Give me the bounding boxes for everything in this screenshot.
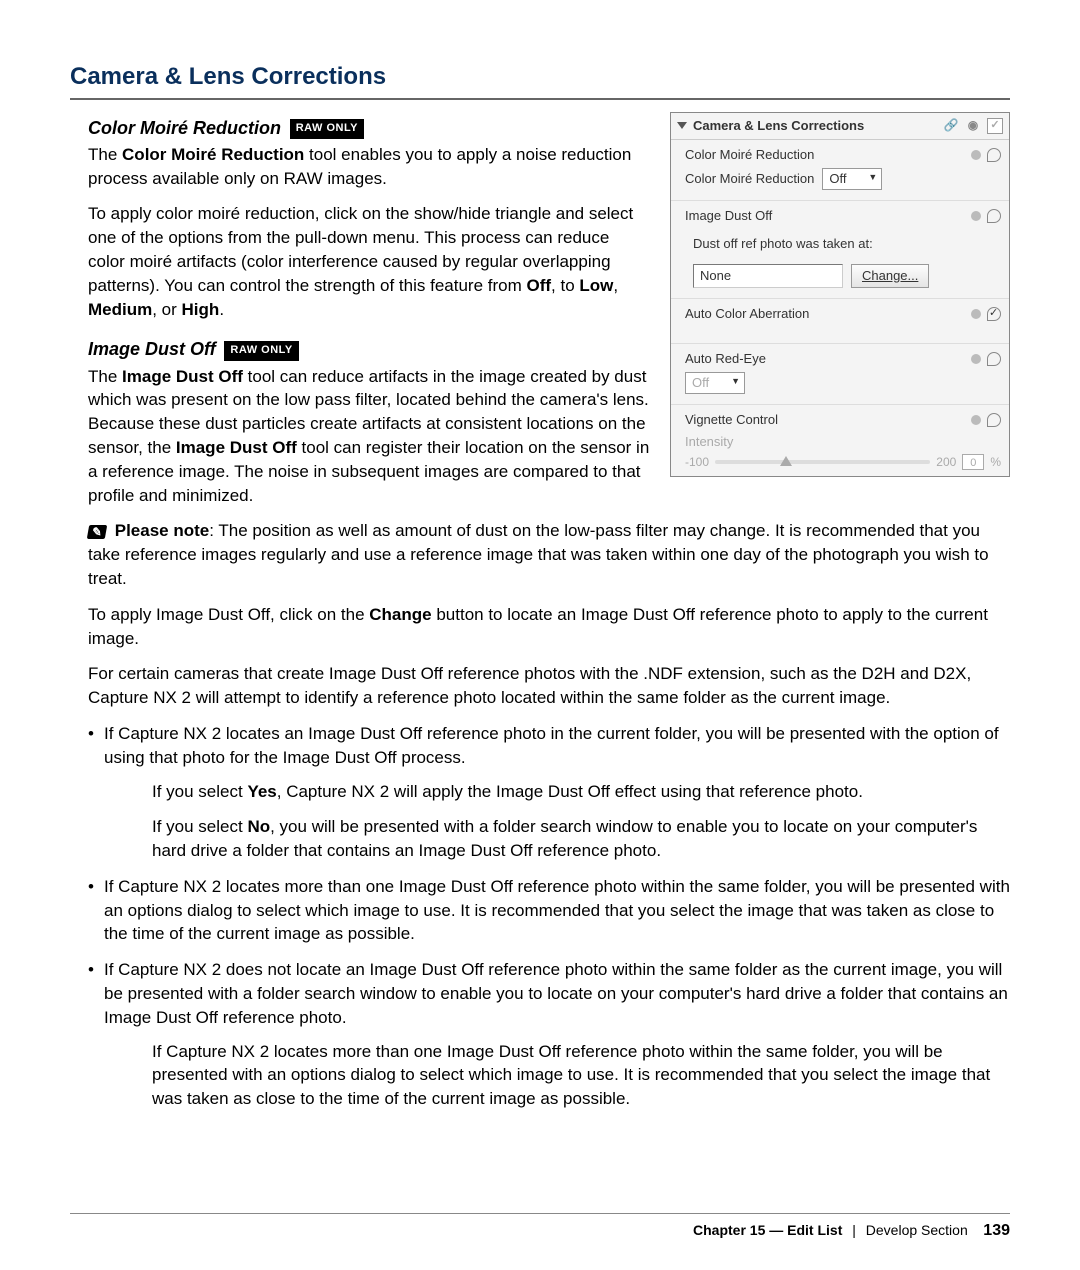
toggle-icon[interactable] xyxy=(987,307,1001,321)
change-button[interactable]: Change... xyxy=(851,264,929,288)
bullet-3: If Capture NX 2 does not locate an Image… xyxy=(88,958,1010,1111)
bullet-1: If Capture NX 2 locates an Image Dust Of… xyxy=(88,722,1010,863)
bullet-1-no: If you select No, you will be presented … xyxy=(104,815,1010,863)
apply-instruction: To apply Image Dust Off, click on the Ch… xyxy=(70,603,1010,651)
toggle-icon[interactable] xyxy=(987,148,1001,162)
page-number: 139 xyxy=(983,1222,1010,1239)
toggle-icon[interactable] xyxy=(987,209,1001,223)
row-label: Color Moiré Reduction xyxy=(685,170,814,188)
status-dot-icon xyxy=(971,309,981,319)
apply-checkbox[interactable]: ✓ xyxy=(987,118,1003,134)
color-moire-heading: Color Moiré Reduction xyxy=(88,116,281,141)
toggle-icon[interactable] xyxy=(987,352,1001,366)
bullet-2: If Capture NX 2 locates more than one Im… xyxy=(88,875,1010,946)
color-moire-title: Color Moiré Reduction xyxy=(88,118,281,138)
page-title: Camera & Lens Corrections xyxy=(70,60,1010,100)
redeye-select[interactable]: Off xyxy=(685,372,745,394)
image-dust-title: Image Dust Off xyxy=(88,339,216,359)
status-dot-icon xyxy=(971,354,981,364)
section-label: Color Moiré Reduction xyxy=(685,146,814,164)
please-note: ✎ Please note: The position as well as a… xyxy=(70,519,1010,590)
image-dust-heading: Image Dust Off xyxy=(88,337,216,362)
panel-title: Camera & Lens Corrections xyxy=(693,117,864,135)
section-label: Image Dust Off xyxy=(685,207,772,225)
note-icon: ✎ xyxy=(87,525,107,539)
bullet-3-sub: If Capture NX 2 locates more than one Im… xyxy=(104,1040,1010,1111)
moire-select[interactable]: Off xyxy=(822,168,882,190)
status-dot-icon xyxy=(971,211,981,221)
dust-off-ref-input[interactable]: None xyxy=(693,264,843,288)
raw-only-badge: RAW ONLY xyxy=(224,341,298,360)
color-moire-p2: To apply color moiré reduction, click on… xyxy=(88,202,650,321)
reset-icon[interactable]: ◉ xyxy=(965,118,981,134)
toggle-icon[interactable] xyxy=(987,413,1001,427)
page-footer: Chapter 15 — Edit List | Develop Section… xyxy=(70,1213,1010,1242)
certain-cameras: For certain cameras that create Image Du… xyxy=(70,662,1010,710)
slider-min: -100 xyxy=(685,454,709,471)
bullet-1-yes: If you select Yes, Capture NX 2 will app… xyxy=(104,780,1010,804)
status-dot-icon xyxy=(971,415,981,425)
intensity-value[interactable]: 0 xyxy=(962,454,984,470)
image-dust-p1: The Image Dust Off tool can reduce artif… xyxy=(88,365,650,508)
status-dot-icon xyxy=(971,150,981,160)
link-icon[interactable]: 🔗 xyxy=(943,118,959,134)
unit-label: % xyxy=(990,454,1001,471)
intensity-label: Intensity xyxy=(685,433,1001,451)
corrections-panel: Camera & Lens Corrections 🔗 ◉ ✓ Color Mo… xyxy=(670,112,1010,478)
intensity-slider[interactable] xyxy=(715,460,930,464)
section-label: Auto Color Aberration xyxy=(685,305,809,323)
collapse-triangle-icon[interactable] xyxy=(677,122,687,129)
raw-only-badge: RAW ONLY xyxy=(290,119,364,138)
slider-max: 200 xyxy=(936,454,956,471)
slider-thumb-icon[interactable] xyxy=(780,456,792,466)
section-label: Vignette Control xyxy=(685,411,778,429)
section-label: Auto Red-Eye xyxy=(685,350,766,368)
color-moire-p1: The Color Moiré Reduction tool enables y… xyxy=(88,143,650,191)
dust-off-sublabel: Dust off ref photo was taken at: xyxy=(693,235,873,253)
